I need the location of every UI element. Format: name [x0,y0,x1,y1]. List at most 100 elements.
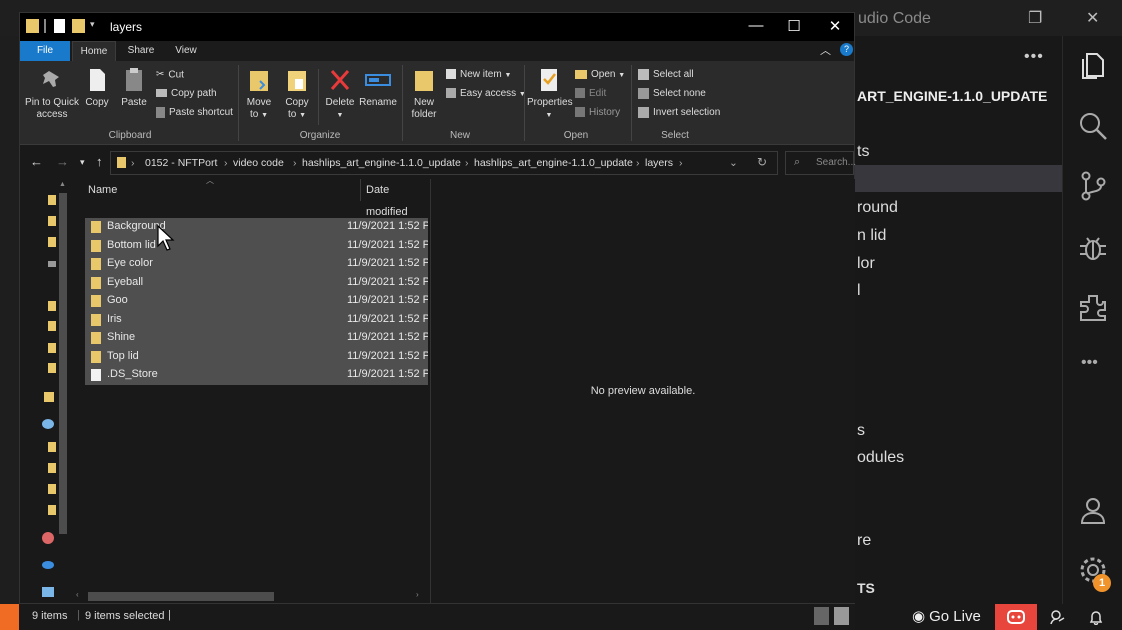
minimize-icon[interactable]: — [736,17,776,34]
close-icon[interactable]: ✕ [815,17,855,35]
copy-button[interactable]: Copy [82,67,112,109]
column-header-date[interactable]: Date modified [366,179,430,218]
navigation-scroll-thumb[interactable] [59,193,67,534]
vscode-tree-item[interactable]: n lid [855,222,1062,249]
history-button[interactable]: History [575,105,620,121]
file-list-hscrollbar[interactable]: ‹ › [70,590,430,602]
vscode-tree-item[interactable]: lor [855,250,1062,277]
copy-path-button[interactable]: Copy path [156,86,217,102]
delete-button[interactable]: Delete ▼ [323,67,357,122]
file-row[interactable]: Iris 11/9/2021 1:52 PM [85,310,428,329]
quick-access-dropdown-icon[interactable]: ▾ [90,19,95,30]
column-header-name[interactable]: Name [88,179,117,201]
select-all-button[interactable]: Select all [638,67,694,83]
scroll-right-icon[interactable]: › [416,590,419,599]
file-row[interactable]: Eye color 11/9/2021 1:52 PM [85,255,428,274]
properties-icon[interactable] [54,19,65,33]
forward-arrow-icon[interactable]: → [56,154,69,169]
move-to-button[interactable]: Move to ▼ [244,67,274,122]
invert-selection-button[interactable]: Invert selection [638,105,720,121]
search-icon[interactable] [1077,110,1109,142]
file-row[interactable]: Bottom lid 11/9/2021 1:52 PM [85,236,428,255]
file-row[interactable]: .DS_Store 11/9/2021 1:52 PM [85,366,428,385]
scroll-left-icon[interactable]: ‹ [76,590,79,599]
easy-access-button[interactable]: Easy access ▼ [446,86,526,102]
search-input[interactable]: ⌕ Search... [785,151,856,175]
cut-button[interactable]: ✂ Cut [156,67,184,83]
breadcrumb-item[interactable]: video code [233,157,284,169]
file-row[interactable]: Top lid 11/9/2021 1:52 PM [85,347,428,366]
vscode-tree-item[interactable]: odules [855,444,1062,471]
bell-icon[interactable] [1088,609,1104,625]
tab-share[interactable]: Share [118,41,164,61]
nav-user-icon[interactable] [42,532,54,544]
nav-folder-icon[interactable] [48,301,56,311]
copilot-button[interactable] [995,604,1037,630]
hscroll-thumb[interactable] [88,592,274,601]
refresh-icon[interactable]: ↻ [757,155,767,169]
up-arrow-icon[interactable]: ↑ [96,154,103,169]
address-bar[interactable]: › 0152 - NFTPort › video code › hashlips… [110,151,778,175]
nav-folder-icon[interactable] [48,195,56,205]
breadcrumb-item[interactable]: hashlips_art_engine-1.1.0_update [302,157,461,169]
column-divider[interactable] [360,179,361,201]
back-arrow-icon[interactable]: ← [30,154,43,169]
nav-folder-icon[interactable] [48,216,56,226]
extensions-icon[interactable] [1077,292,1109,324]
breadcrumb-item[interactable]: 0152 - NFTPort [145,157,217,169]
nav-folder-icon[interactable] [48,442,56,452]
debug-icon[interactable] [1077,232,1109,264]
select-none-button[interactable]: Select none [638,86,706,102]
files-icon[interactable] [1077,50,1109,82]
more-icon[interactable]: ••• [1081,354,1098,372]
more-actions-icon[interactable]: ••• [1024,48,1044,66]
file-row[interactable]: Goo 11/9/2021 1:52 PM [85,292,428,311]
tab-home[interactable]: Home [72,41,116,61]
vscode-tree-item[interactable]: l [855,277,1062,304]
properties-button[interactable]: Properties ▼ [527,67,573,122]
new-folder-button[interactable]: New folder [406,67,442,121]
copy-to-button[interactable]: Copy to ▼ [282,67,312,122]
nav-folder-icon[interactable] [48,321,56,331]
nav-pc-icon[interactable] [42,587,54,597]
file-row[interactable]: Eyeball 11/9/2021 1:52 PM [85,273,428,292]
nav-folder-icon[interactable] [48,505,56,515]
file-row[interactable]: Background 11/9/2021 1:52 PM [85,218,428,237]
nav-drive-icon[interactable] [48,261,56,267]
recent-locations-icon[interactable]: ▾ [80,157,85,168]
breadcrumb-item[interactable]: hashlips_art_engine-1.1.0_update [474,157,633,169]
vscode-section-header[interactable]: TS [855,575,1062,602]
rename-button[interactable]: Rename [359,67,397,109]
nav-folder-icon[interactable] [48,363,56,373]
pin-to-quick-access-button[interactable]: Pin to Quick access [24,67,80,121]
tab-view[interactable]: View [166,41,206,61]
help-icon[interactable]: ? [840,43,853,56]
paste-button[interactable]: Paste [118,67,150,109]
nav-folder-icon[interactable] [48,343,56,353]
source-control-icon[interactable] [1077,170,1109,202]
vscode-tree-item[interactable]: re [855,527,1062,554]
new-item-button[interactable]: New item ▼ [446,67,511,83]
maximize-icon[interactable]: ☐ [774,17,814,35]
collapse-ribbon-icon[interactable]: ︿ [820,42,831,58]
feedback-icon[interactable] [1049,609,1065,625]
tab-file[interactable]: File [20,41,70,61]
open-button[interactable]: Open ▼ [575,67,625,83]
vscode-tree-item[interactable]: s [855,417,1062,444]
file-row[interactable]: Shine 11/9/2021 1:52 PM [85,329,428,348]
details-view-button[interactable] [814,607,829,625]
vscode-restore-icon[interactable]: ❐ [1028,8,1042,28]
vscode-tree-item-selected[interactable] [855,165,1062,192]
nav-quick-access-icon[interactable] [44,392,54,402]
edit-button[interactable]: Edit [575,86,606,102]
nav-folder-icon[interactable] [48,237,56,247]
account-icon[interactable] [1077,494,1109,526]
nav-cloud-icon[interactable] [42,561,54,569]
address-dropdown-icon[interactable]: ⌄ [729,157,738,169]
large-icons-view-button[interactable] [834,607,849,625]
scroll-up-icon[interactable]: ▲ [59,181,66,188]
breadcrumb-item-current[interactable]: layers [645,157,673,169]
vscode-tree-item[interactable]: ts [855,138,1062,165]
nav-onedrive-icon[interactable] [42,419,54,429]
nav-folder-icon[interactable] [48,463,56,473]
